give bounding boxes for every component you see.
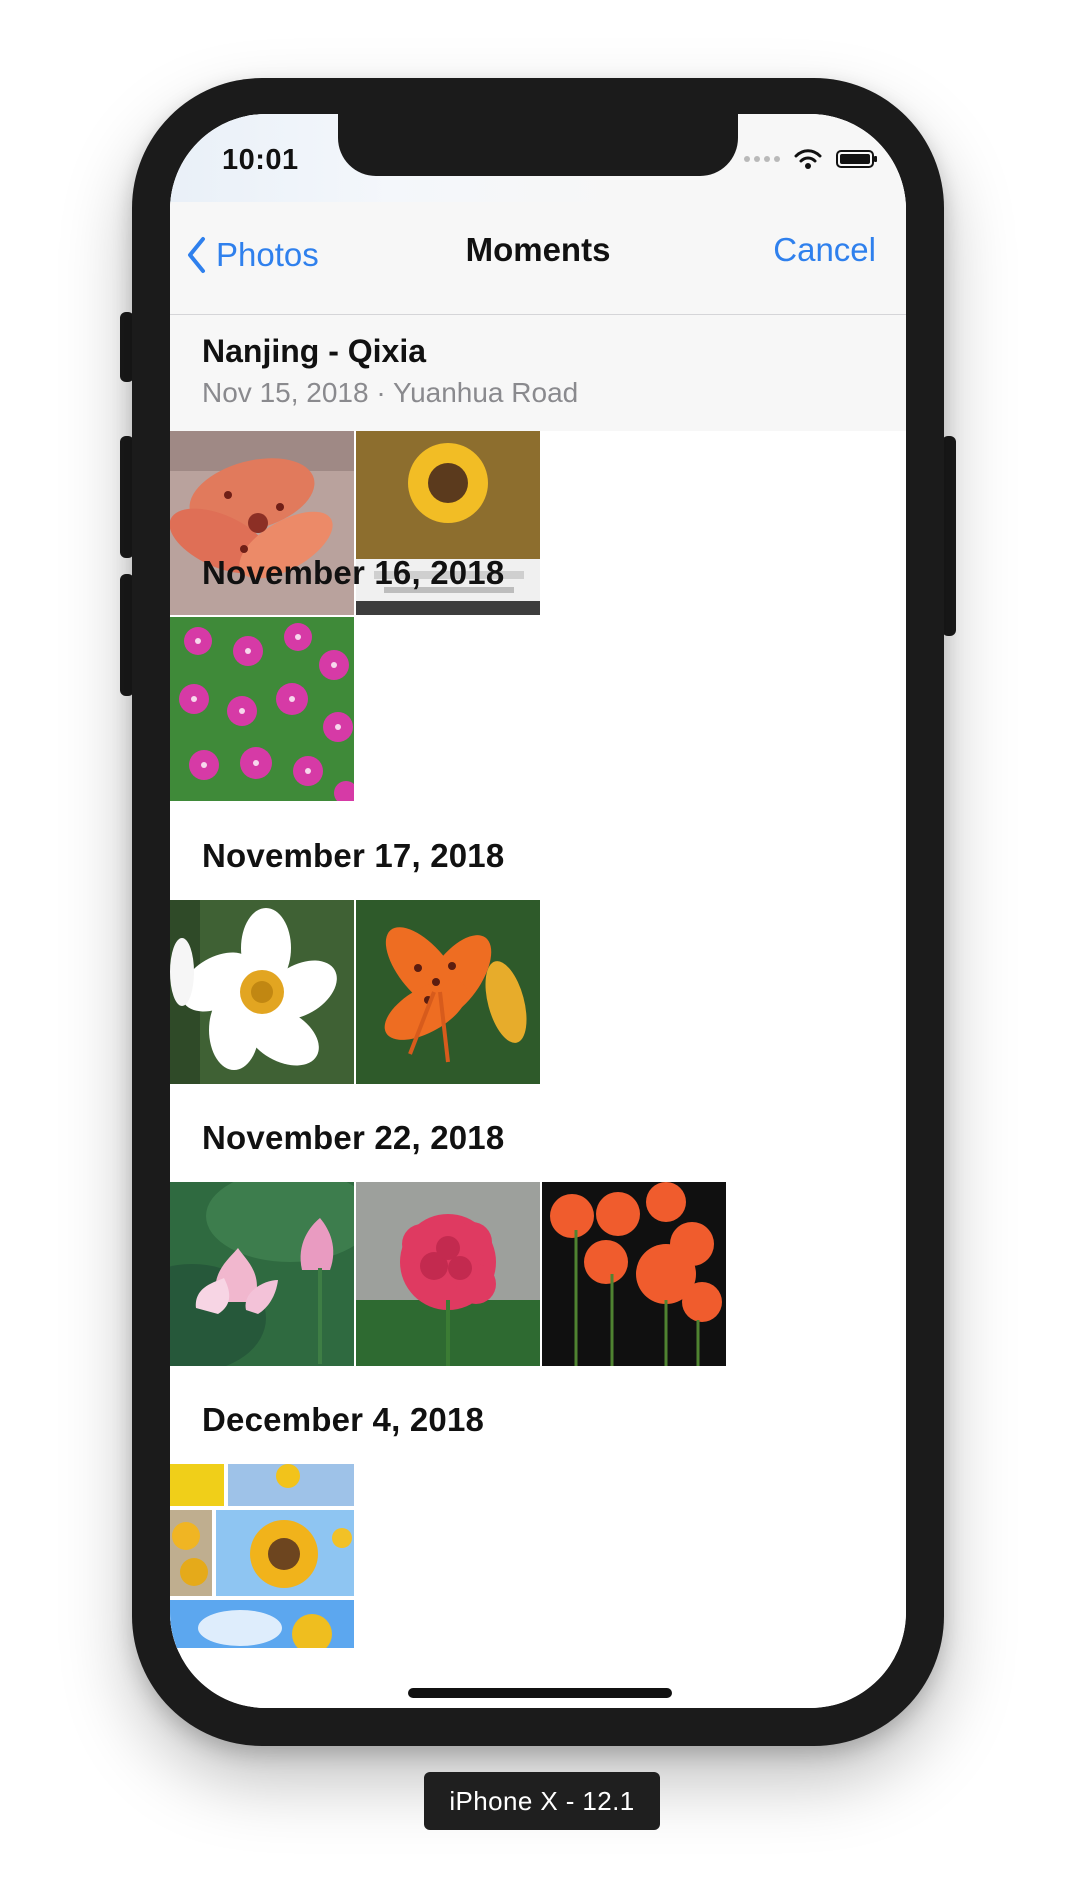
poppy-icon bbox=[542, 1182, 726, 1366]
device-notch bbox=[338, 114, 738, 176]
cancel-button[interactable]: Cancel bbox=[773, 231, 876, 269]
navigation-bar: Photos Moments Cancel bbox=[170, 202, 906, 315]
photo-thumb[interactable] bbox=[170, 1464, 354, 1648]
carnation-icon bbox=[356, 1182, 540, 1366]
moment-subtitle: Nov 15, 2018 · Yuanhua Road bbox=[202, 377, 579, 408]
lily-icon bbox=[356, 900, 540, 1084]
photo-thumb[interactable] bbox=[542, 1182, 726, 1366]
status-time: 10:01 bbox=[222, 144, 299, 176]
status-icons bbox=[744, 148, 878, 170]
home-indicator[interactable] bbox=[408, 1688, 672, 1698]
phone-screen: November 16, 2018 November 17, 2018 Nove… bbox=[170, 114, 906, 1708]
wifi-icon bbox=[794, 149, 822, 169]
date-heading-nov-17: November 17, 2018 bbox=[202, 837, 505, 874]
photo-thumb[interactable] bbox=[170, 1182, 354, 1366]
periwinkle-icon bbox=[170, 617, 354, 801]
photo-thumb[interactable] bbox=[170, 900, 354, 1084]
photo-row-nov-17 bbox=[170, 900, 540, 1084]
battery-icon bbox=[836, 150, 877, 168]
narcissus-icon bbox=[170, 900, 354, 1084]
device-label: iPhone X - 12.1 bbox=[424, 1772, 660, 1830]
photo-row-dec-4 bbox=[170, 1464, 354, 1648]
power-button bbox=[942, 436, 956, 636]
moment-title: Nanjing - Qixia bbox=[202, 333, 427, 369]
photo-thumb[interactable] bbox=[356, 900, 540, 1084]
photo-row-nov-16 bbox=[170, 617, 354, 801]
date-heading-nov-22: November 22, 2018 bbox=[202, 1119, 505, 1156]
lotus-icon bbox=[170, 1182, 354, 1366]
photo-thumb[interactable] bbox=[356, 1182, 540, 1366]
date-heading-nov-16: November 16, 2018 bbox=[202, 554, 505, 591]
photo-row-nov-22 bbox=[170, 1182, 726, 1366]
moment-header: Nanjing - Qixia Nov 15, 2018 · Yuanhua R… bbox=[170, 315, 906, 431]
date-heading-dec-4: December 4, 2018 bbox=[202, 1401, 485, 1438]
simulator-stage: November 16, 2018 November 17, 2018 Nove… bbox=[0, 0, 1076, 1900]
photo-thumb[interactable] bbox=[170, 617, 354, 801]
sunflower-collage-icon bbox=[170, 1464, 354, 1648]
signal-dots-icon bbox=[744, 156, 780, 162]
